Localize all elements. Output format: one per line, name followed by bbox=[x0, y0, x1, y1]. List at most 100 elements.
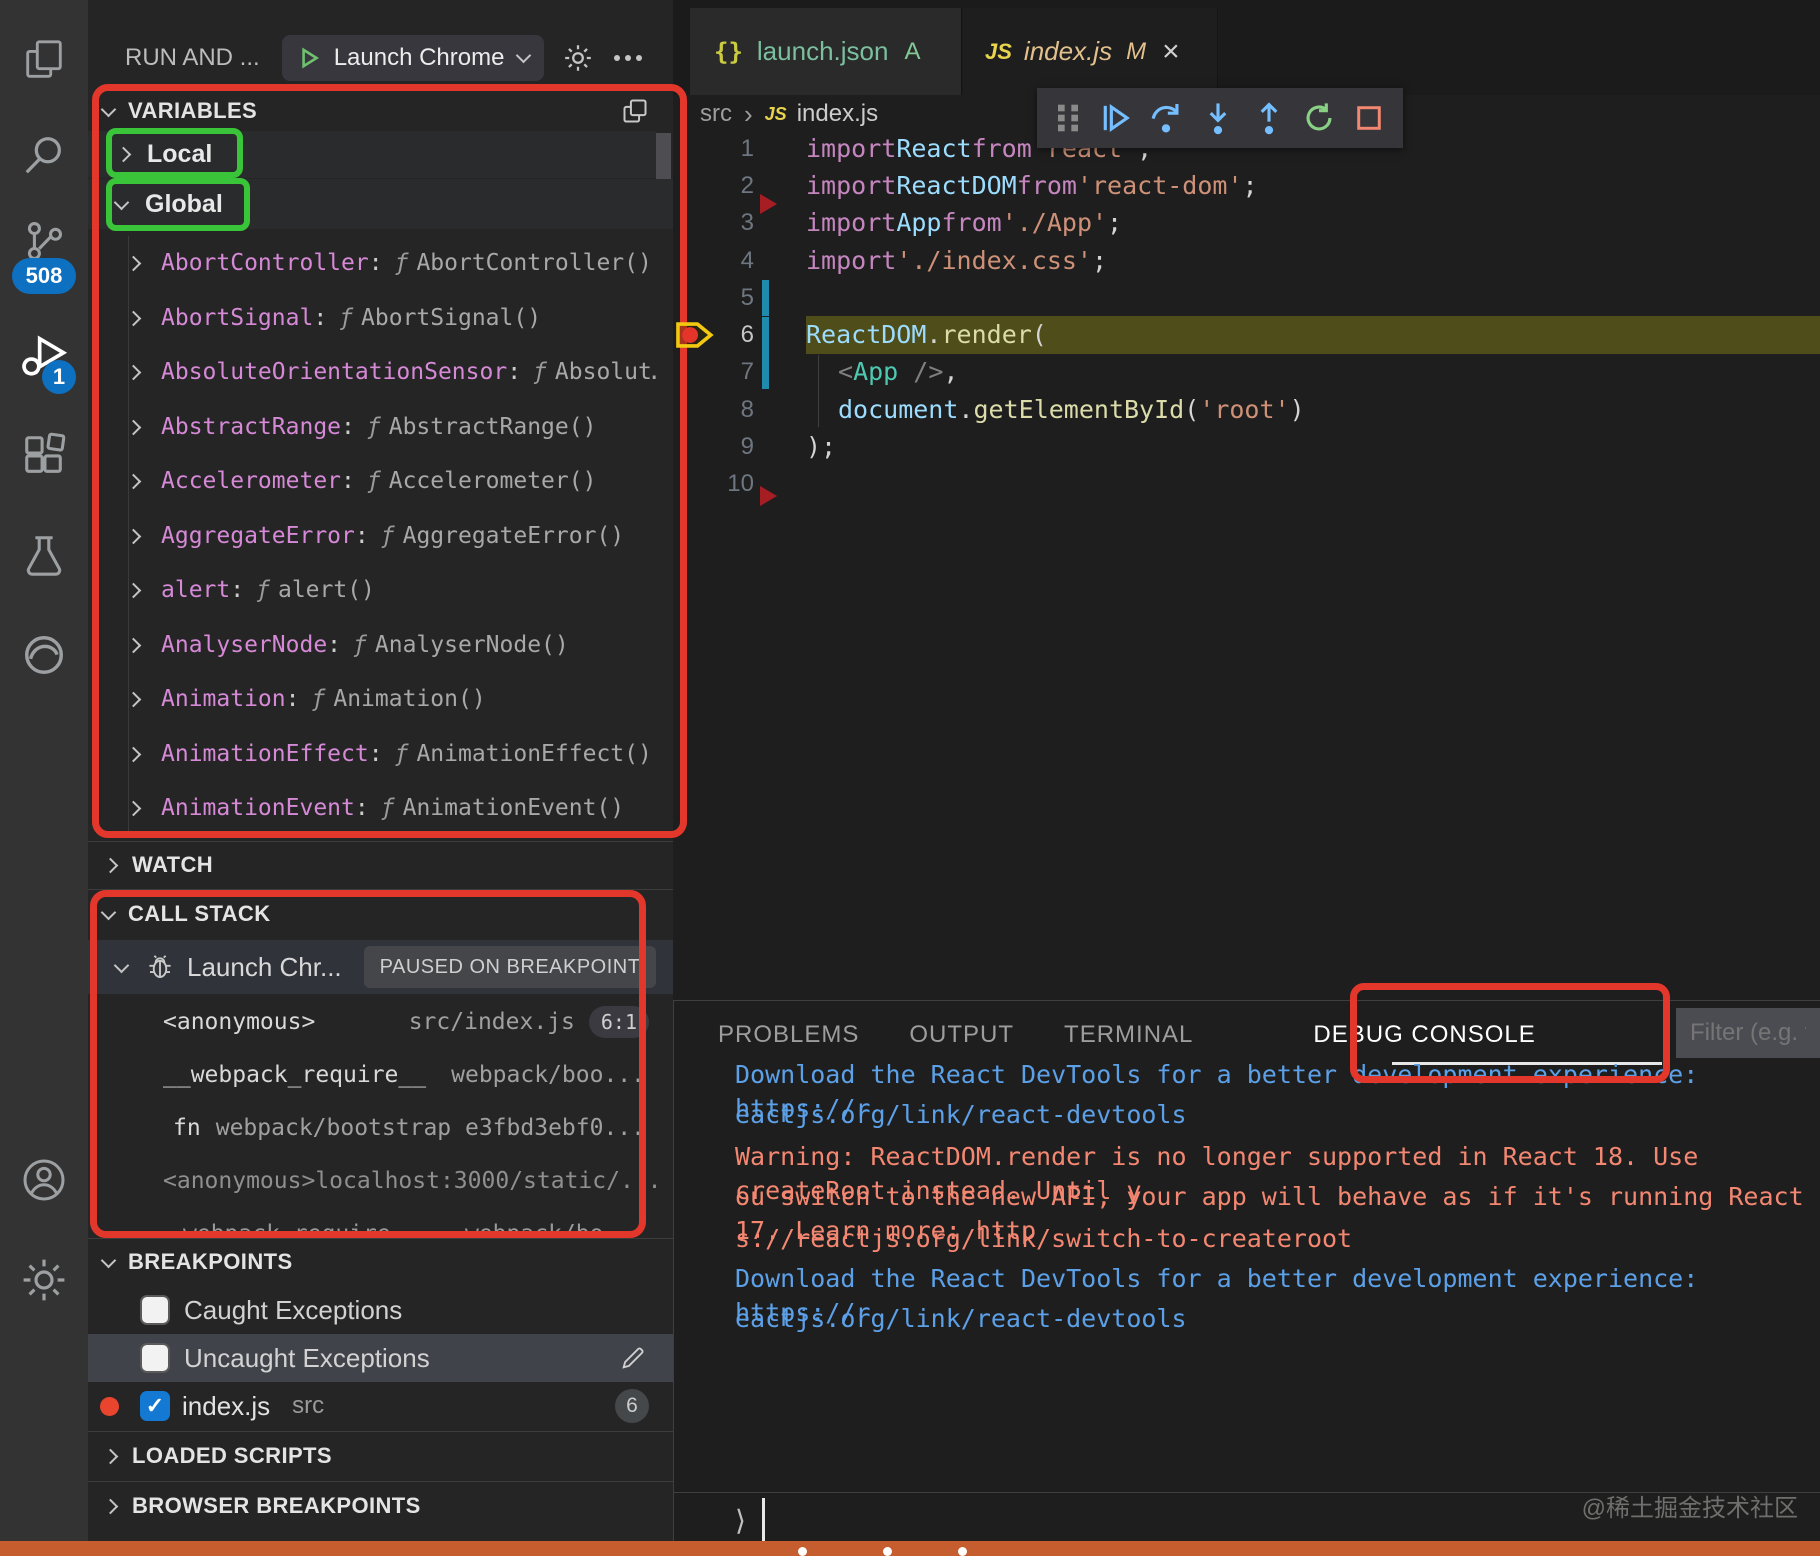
code-line[interactable]: < App />, bbox=[806, 353, 1820, 390]
chevron-down-icon bbox=[516, 47, 532, 64]
breadcrumb-separator: › bbox=[744, 98, 753, 129]
start-debug-icon[interactable] bbox=[296, 45, 322, 71]
scope-row-local[interactable]: Local bbox=[88, 131, 656, 178]
browser-breakpoints-header[interactable]: BROWSER BREAKPOINTS bbox=[88, 1483, 673, 1529]
status-dot bbox=[883, 1547, 892, 1556]
variable-row[interactable]: alert: ƒ alert() bbox=[88, 563, 656, 617]
variable-row[interactable]: Animation: ƒ Animation() bbox=[88, 672, 656, 726]
console-filter-input[interactable] bbox=[1676, 1008, 1820, 1058]
settings-gear-icon[interactable] bbox=[20, 1256, 68, 1304]
stack-frame-row[interactable]: __webpack_require__ webpack/boo... bbox=[88, 1048, 673, 1101]
variable-row[interactable]: AbsoluteOrientationSensor: ƒ Absolut… bbox=[88, 345, 656, 399]
git-deleted-marker bbox=[760, 486, 777, 506]
tab-index-js[interactable]: JS index.js M × bbox=[963, 8, 1218, 95]
scope-row-global[interactable]: Global bbox=[88, 179, 673, 229]
chevron-down-icon bbox=[113, 194, 130, 210]
variables-title: VARIABLES bbox=[128, 98, 258, 123]
code-line[interactable]: import ReactDOM from 'react-dom'; bbox=[806, 167, 1820, 204]
checkbox-checked[interactable]: ✓ bbox=[140, 1391, 170, 1421]
edit-pencil-icon[interactable] bbox=[619, 1344, 647, 1372]
console-log-line: eactjs.org/link/react-devtools bbox=[735, 1304, 1187, 1333]
edge-browser-icon[interactable] bbox=[21, 632, 67, 678]
code-line[interactable]: document. getElementById('root') bbox=[806, 391, 1820, 428]
paused-breakpoint-arrow-icon[interactable] bbox=[674, 318, 716, 352]
js-file-icon: JS bbox=[985, 38, 1012, 64]
line-number[interactable]: 1 bbox=[700, 130, 754, 167]
line-number[interactable]: 4 bbox=[700, 242, 754, 279]
status-bar[interactable] bbox=[0, 1541, 1820, 1556]
accounts-icon[interactable] bbox=[20, 1156, 68, 1204]
line-number[interactable]: 3 bbox=[700, 204, 754, 241]
variable-row[interactable]: AggregateError: ƒ AggregateError() bbox=[88, 509, 656, 563]
toolbar-drag-handle[interactable] bbox=[1055, 103, 1081, 133]
close-icon[interactable]: × bbox=[1162, 35, 1180, 69]
more-actions-icon[interactable] bbox=[613, 54, 642, 61]
variable-row[interactable]: AnimationEffect: ƒ AnimationEffect() bbox=[88, 727, 656, 781]
uncaught-exceptions-row[interactable]: Uncaught Exceptions bbox=[88, 1334, 673, 1382]
explorer-icon[interactable] bbox=[21, 37, 67, 83]
breakpoint-path: src bbox=[292, 1392, 325, 1419]
checkbox-unchecked[interactable] bbox=[140, 1343, 170, 1373]
tab-terminal[interactable]: TERMINAL bbox=[1064, 1021, 1193, 1049]
checkbox-unchecked[interactable] bbox=[140, 1295, 170, 1325]
file-breakpoint-row[interactable]: ✓ index.js src 6 bbox=[88, 1382, 673, 1430]
search-icon[interactable] bbox=[21, 132, 67, 178]
stack-frame-row-clipped[interactable]: webpack_require... webpack/bo... bbox=[88, 1207, 673, 1238]
line-number[interactable]: 10 bbox=[700, 465, 754, 502]
git-modified-badge: M bbox=[1126, 37, 1147, 65]
code-line-current[interactable]: ReactDOM. render( bbox=[806, 316, 1820, 353]
extensions-icon[interactable] bbox=[21, 432, 67, 478]
variable-row[interactable]: AnimationEvent: ƒ AnimationEvent() bbox=[88, 781, 656, 835]
stop-icon[interactable] bbox=[1353, 102, 1385, 134]
tab-launch-json[interactable]: {} launch.json A bbox=[690, 8, 962, 95]
watch-section-header[interactable]: WATCH bbox=[88, 842, 673, 888]
code-line[interactable]: ); bbox=[806, 428, 1820, 465]
line-number[interactable]: 2 bbox=[700, 167, 754, 204]
stack-frame-row[interactable]: fn webpack/bootstrap e3fbd3ebf0... bbox=[88, 1101, 673, 1154]
call-stack-title: CALL STACK bbox=[128, 901, 271, 926]
debug-session-row[interactable]: Launch Chr... PAUSED ON BREAKPOINT bbox=[88, 940, 673, 994]
debug-gear-icon[interactable] bbox=[562, 42, 594, 74]
tab-problems[interactable]: PROBLEMS bbox=[718, 1021, 859, 1049]
line-number[interactable]: 5 bbox=[700, 279, 754, 316]
tab-output[interactable]: OUTPUT bbox=[909, 1021, 1014, 1049]
text-cursor bbox=[761, 1498, 765, 1542]
testing-beaker-icon[interactable] bbox=[21, 532, 67, 578]
launch-config-dropdown[interactable]: Launch Chrome bbox=[281, 34, 544, 81]
status-dot bbox=[958, 1547, 967, 1556]
code-line[interactable]: import './index.css'; bbox=[806, 242, 1820, 279]
code-line[interactable]: import App from './App'; bbox=[806, 204, 1820, 241]
breakpoints-section-header[interactable]: BREAKPOINTS bbox=[88, 1240, 673, 1284]
step-out-icon[interactable] bbox=[1252, 101, 1286, 135]
call-stack-section-header[interactable]: CALL STACK bbox=[88, 892, 673, 936]
variable-row[interactable]: AbstractRange: ƒ AbstractRange() bbox=[88, 400, 656, 454]
line-number[interactable]: 9 bbox=[700, 428, 754, 465]
line-number[interactable]: 7 bbox=[700, 353, 754, 390]
console-warning-line: ou switch to the new API, your app will … bbox=[735, 1182, 1804, 1245]
variable-row[interactable]: Accelerometer: ƒ Accelerometer() bbox=[88, 454, 656, 508]
line-number[interactable]: 8 bbox=[700, 391, 754, 428]
tab-label: index.js bbox=[1023, 36, 1113, 66]
stack-frame-row[interactable]: <anonymous> src/index.js 6:1 bbox=[88, 995, 673, 1048]
variable-row[interactable]: AbortController: ƒ AbortController() bbox=[88, 236, 656, 290]
step-over-icon[interactable] bbox=[1148, 101, 1184, 135]
variables-section-header[interactable]: VARIABLES bbox=[88, 88, 673, 134]
tab-debug-console[interactable]: DEBUG CONSOLE bbox=[1313, 1021, 1535, 1049]
git-deleted-marker bbox=[760, 194, 777, 214]
debug-toolbar bbox=[1037, 88, 1403, 148]
restart-icon[interactable] bbox=[1302, 101, 1336, 135]
continue-icon[interactable] bbox=[1098, 101, 1132, 135]
loaded-scripts-header[interactable]: LOADED SCRIPTS bbox=[88, 1433, 673, 1479]
collapse-all-icon[interactable] bbox=[621, 97, 649, 125]
stack-frame-row[interactable]: <anonymous> localhost:3000/static/... bbox=[88, 1154, 673, 1207]
debug-badge: 1 bbox=[42, 360, 76, 394]
console-input[interactable]: ⟩ bbox=[735, 1496, 1815, 1544]
git-modified-bar bbox=[762, 317, 769, 389]
caught-exceptions-row[interactable]: Caught Exceptions bbox=[88, 1286, 673, 1334]
launch-config-label: Launch Chrome bbox=[333, 43, 505, 71]
frame-line-badge: 6:1 bbox=[588, 1005, 649, 1038]
variable-row[interactable]: AnalyserNode: ƒ AnalyserNode() bbox=[88, 618, 656, 672]
panel-tab-bar: PROBLEMS OUTPUT TERMINAL DEBUG CONSOLE bbox=[718, 1006, 1536, 1064]
step-into-icon[interactable] bbox=[1201, 101, 1235, 135]
variable-row[interactable]: AbortSignal: ƒ AbortSignal() bbox=[88, 291, 656, 345]
